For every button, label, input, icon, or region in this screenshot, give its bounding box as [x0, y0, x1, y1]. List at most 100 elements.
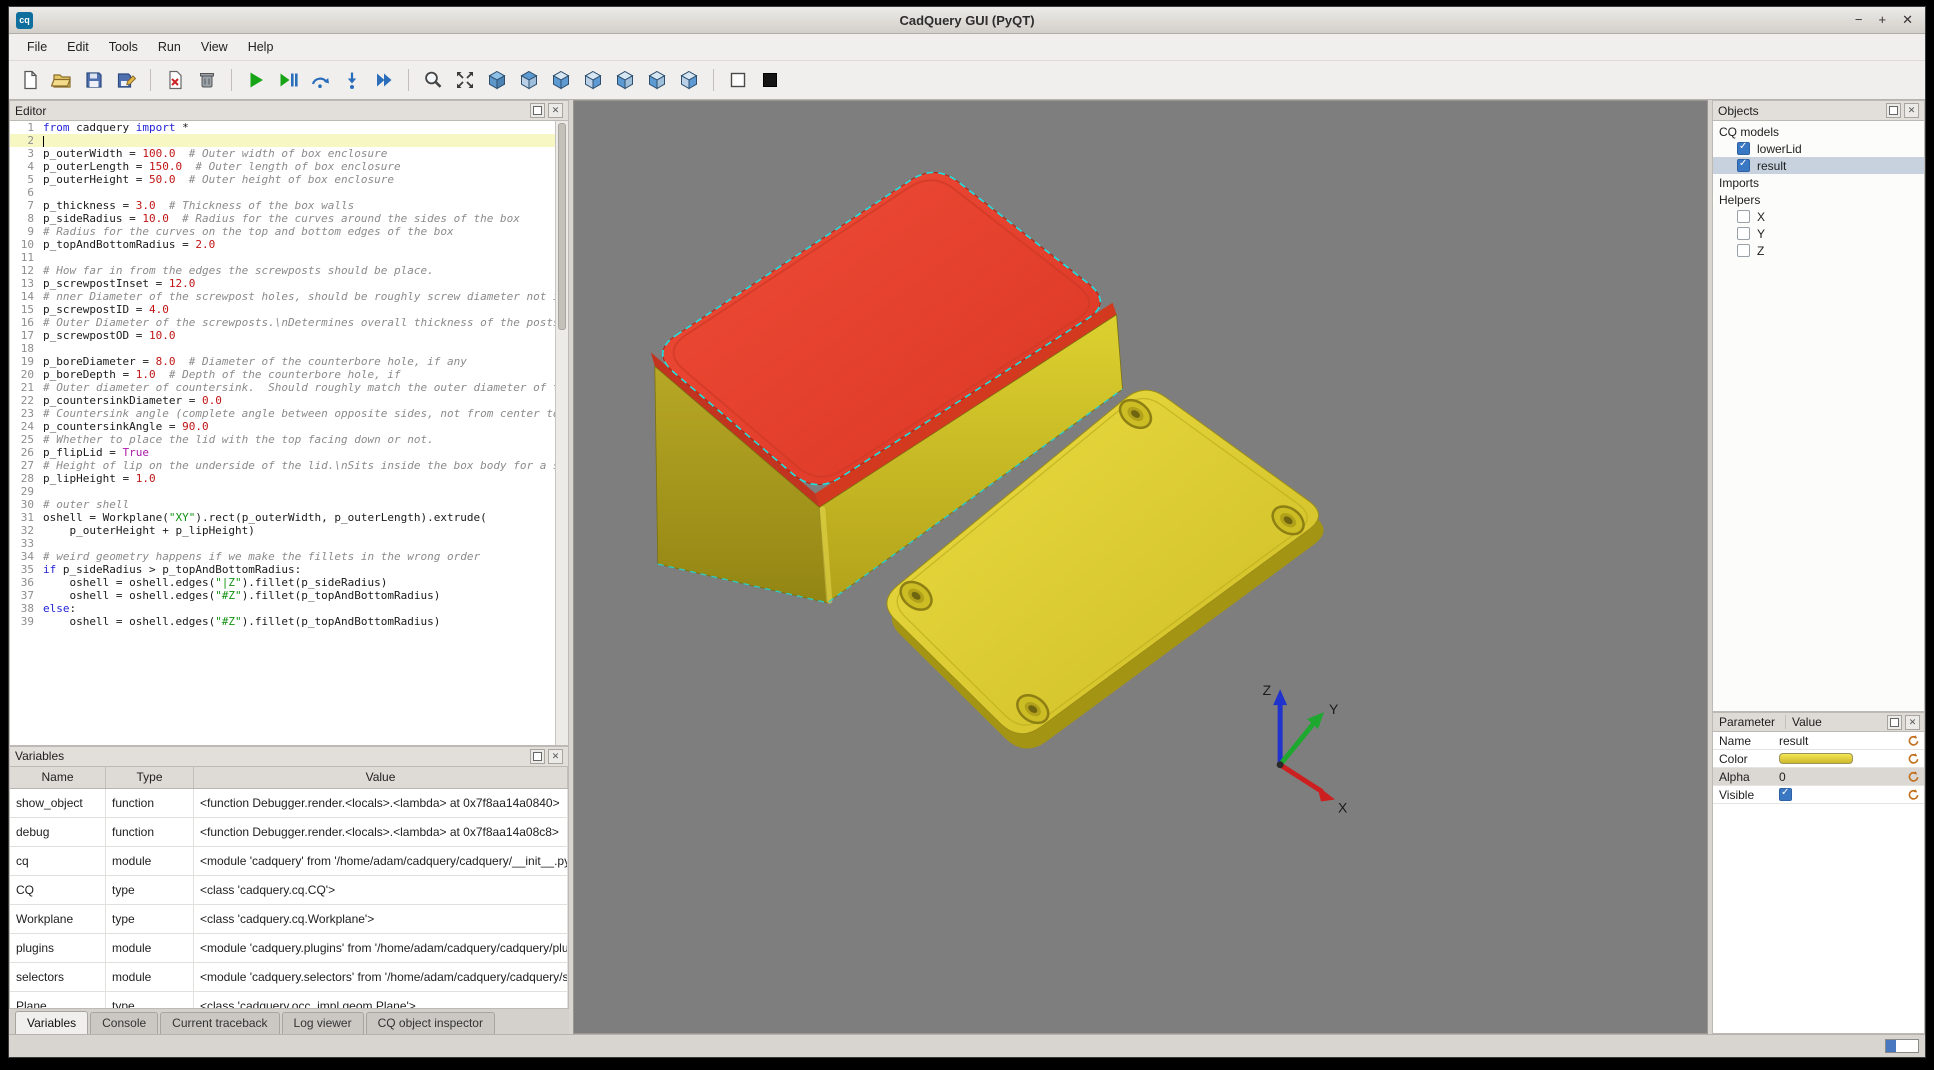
step-over-icon: [309, 69, 331, 91]
tree-item-lowerlid[interactable]: lowerLid: [1713, 140, 1924, 157]
code-text: p_sideRadius = 10.0 # Radius for the cur…: [43, 212, 520, 225]
tree-item-x[interactable]: X: [1713, 208, 1924, 225]
code-line: 8p_sideRadius = 10.0 # Radius for the cu…: [10, 212, 555, 225]
checkbox-lowerlid[interactable]: [1737, 142, 1750, 155]
parameters-close-button[interactable]: ✕: [1905, 715, 1920, 730]
param-value-text: 0: [1779, 770, 1786, 784]
color-swatch[interactable]: [1779, 753, 1853, 764]
render-button[interactable]: [241, 65, 271, 95]
view-back-button[interactable]: [610, 65, 640, 95]
param-value[interactable]: [1779, 788, 1907, 801]
menu-tools[interactable]: Tools: [99, 36, 148, 58]
tree-item-y[interactable]: Y: [1713, 225, 1924, 242]
editor-float-button[interactable]: [530, 103, 545, 118]
objects-close-button[interactable]: ✕: [1904, 103, 1919, 118]
code-editor[interactable]: 1from cadquery import *23p_outerWidth = …: [9, 121, 569, 746]
variable-row[interactable]: cqmodule<module 'cadquery' from '/home/a…: [10, 847, 568, 876]
3d-viewport[interactable]: Z Y X: [573, 100, 1708, 1034]
reset-button[interactable]: [1907, 752, 1920, 765]
view-front-button[interactable]: [578, 65, 608, 95]
param-row-name[interactable]: Nameresult: [1713, 732, 1924, 750]
code-line: 13p_screwpostInset = 12.0: [10, 277, 555, 290]
editor-close-button[interactable]: ✕: [548, 103, 563, 118]
view-right-button[interactable]: [674, 65, 704, 95]
reset-icon: [1907, 788, 1920, 801]
tab-cq-object-inspector[interactable]: CQ object inspector: [366, 1012, 495, 1034]
delete-button[interactable]: [160, 65, 190, 95]
variable-cell: plugins: [10, 934, 106, 962]
zoom-to-fit-icon: [422, 69, 444, 91]
wireframe-button[interactable]: [723, 65, 753, 95]
debug-button[interactable]: [273, 65, 303, 95]
variable-row[interactable]: Workplanetype<class 'cadquery.cq.Workpla…: [10, 905, 568, 934]
tree-item-imports[interactable]: Imports: [1713, 174, 1924, 191]
tab-console[interactable]: Console: [90, 1012, 158, 1034]
reset-button[interactable]: [1907, 734, 1920, 747]
step-over-button[interactable]: [305, 65, 335, 95]
objects-float-button[interactable]: [1886, 103, 1901, 118]
status-grip[interactable]: [1885, 1039, 1919, 1053]
editor-scrollbar-thumb[interactable]: [558, 123, 566, 330]
variable-row[interactable]: Planetype<class 'cadquery.occ_impl.geom.…: [10, 992, 568, 1009]
variable-row[interactable]: debugfunction<function Debugger.render.<…: [10, 818, 568, 847]
close-icon: ✕: [552, 105, 560, 116]
editor-scrollbar[interactable]: [555, 121, 568, 745]
variables-close-button[interactable]: ✕: [548, 749, 563, 764]
open-file-button[interactable]: [47, 65, 77, 95]
view-top-button[interactable]: [514, 65, 544, 95]
maximize-button[interactable]: +: [1879, 7, 1887, 33]
tree-item-helpers[interactable]: Helpers: [1713, 191, 1924, 208]
tree-item-cq-models[interactable]: CQ models: [1713, 123, 1924, 140]
menu-help[interactable]: Help: [238, 36, 284, 58]
param-value[interactable]: [1779, 753, 1907, 764]
menu-run[interactable]: Run: [148, 36, 191, 58]
column-header-type[interactable]: Type: [106, 767, 194, 788]
reset-button[interactable]: [1907, 788, 1920, 801]
variables-table: NameTypeValue show_objectfunction<functi…: [9, 767, 569, 1009]
param-value[interactable]: 0: [1779, 770, 1907, 784]
view-iso-button[interactable]: [482, 65, 512, 95]
view-left-button[interactable]: [642, 65, 672, 95]
variable-row[interactable]: CQtype<class 'cadquery.cq.CQ'>: [10, 876, 568, 905]
titlebar[interactable]: cq CadQuery GUI (PyQT) − + ✕: [9, 7, 1925, 34]
variables-float-button[interactable]: [530, 749, 545, 764]
param-value[interactable]: result: [1779, 734, 1907, 748]
tree-item-label: Helpers: [1719, 193, 1760, 207]
save-button[interactable]: [79, 65, 109, 95]
step-continue-button[interactable]: [369, 65, 399, 95]
minimize-button[interactable]: −: [1855, 7, 1863, 33]
column-header-name[interactable]: Name: [10, 767, 106, 788]
tab-log-viewer[interactable]: Log viewer: [282, 1012, 364, 1034]
close-button[interactable]: ✕: [1902, 7, 1913, 33]
menu-file[interactable]: File: [17, 36, 57, 58]
column-header-value[interactable]: Value: [194, 767, 568, 788]
tab-current-traceback[interactable]: Current traceback: [160, 1012, 279, 1034]
tree-item-result[interactable]: result: [1713, 157, 1924, 174]
visible-checkbox[interactable]: [1779, 788, 1792, 801]
new-file-button[interactable]: [15, 65, 45, 95]
menu-view[interactable]: View: [191, 36, 238, 58]
checkbox-y[interactable]: [1737, 227, 1750, 240]
tree-item-z[interactable]: Z: [1713, 242, 1924, 259]
parameters-float-button[interactable]: [1887, 715, 1902, 730]
view-bottom-button[interactable]: [546, 65, 576, 95]
checkbox-x[interactable]: [1737, 210, 1750, 223]
step-into-button[interactable]: [337, 65, 367, 95]
tab-variables[interactable]: Variables: [15, 1011, 88, 1034]
param-row-color[interactable]: Color: [1713, 750, 1924, 768]
checkbox-result[interactable]: [1737, 159, 1750, 172]
variable-row[interactable]: pluginsmodule<module 'cadquery.plugins' …: [10, 934, 568, 963]
save-as-button[interactable]: [111, 65, 141, 95]
zoom-to-fit-button[interactable]: [418, 65, 448, 95]
reset-button[interactable]: [1907, 770, 1920, 783]
variable-row[interactable]: show_objectfunction<function Debugger.re…: [10, 789, 568, 818]
param-row-visible[interactable]: Visible: [1713, 786, 1924, 804]
trash-button[interactable]: [192, 65, 222, 95]
variable-row[interactable]: selectorsmodule<module 'cadquery.selecto…: [10, 963, 568, 992]
param-row-alpha[interactable]: Alpha0: [1713, 768, 1924, 786]
menu-edit[interactable]: Edit: [57, 36, 99, 58]
fit-all-button[interactable]: [450, 65, 480, 95]
shaded-button[interactable]: [755, 65, 785, 95]
right-column: Objects ✕ CQ modelslowerLidresultImports…: [1712, 100, 1925, 1034]
checkbox-z[interactable]: [1737, 244, 1750, 257]
